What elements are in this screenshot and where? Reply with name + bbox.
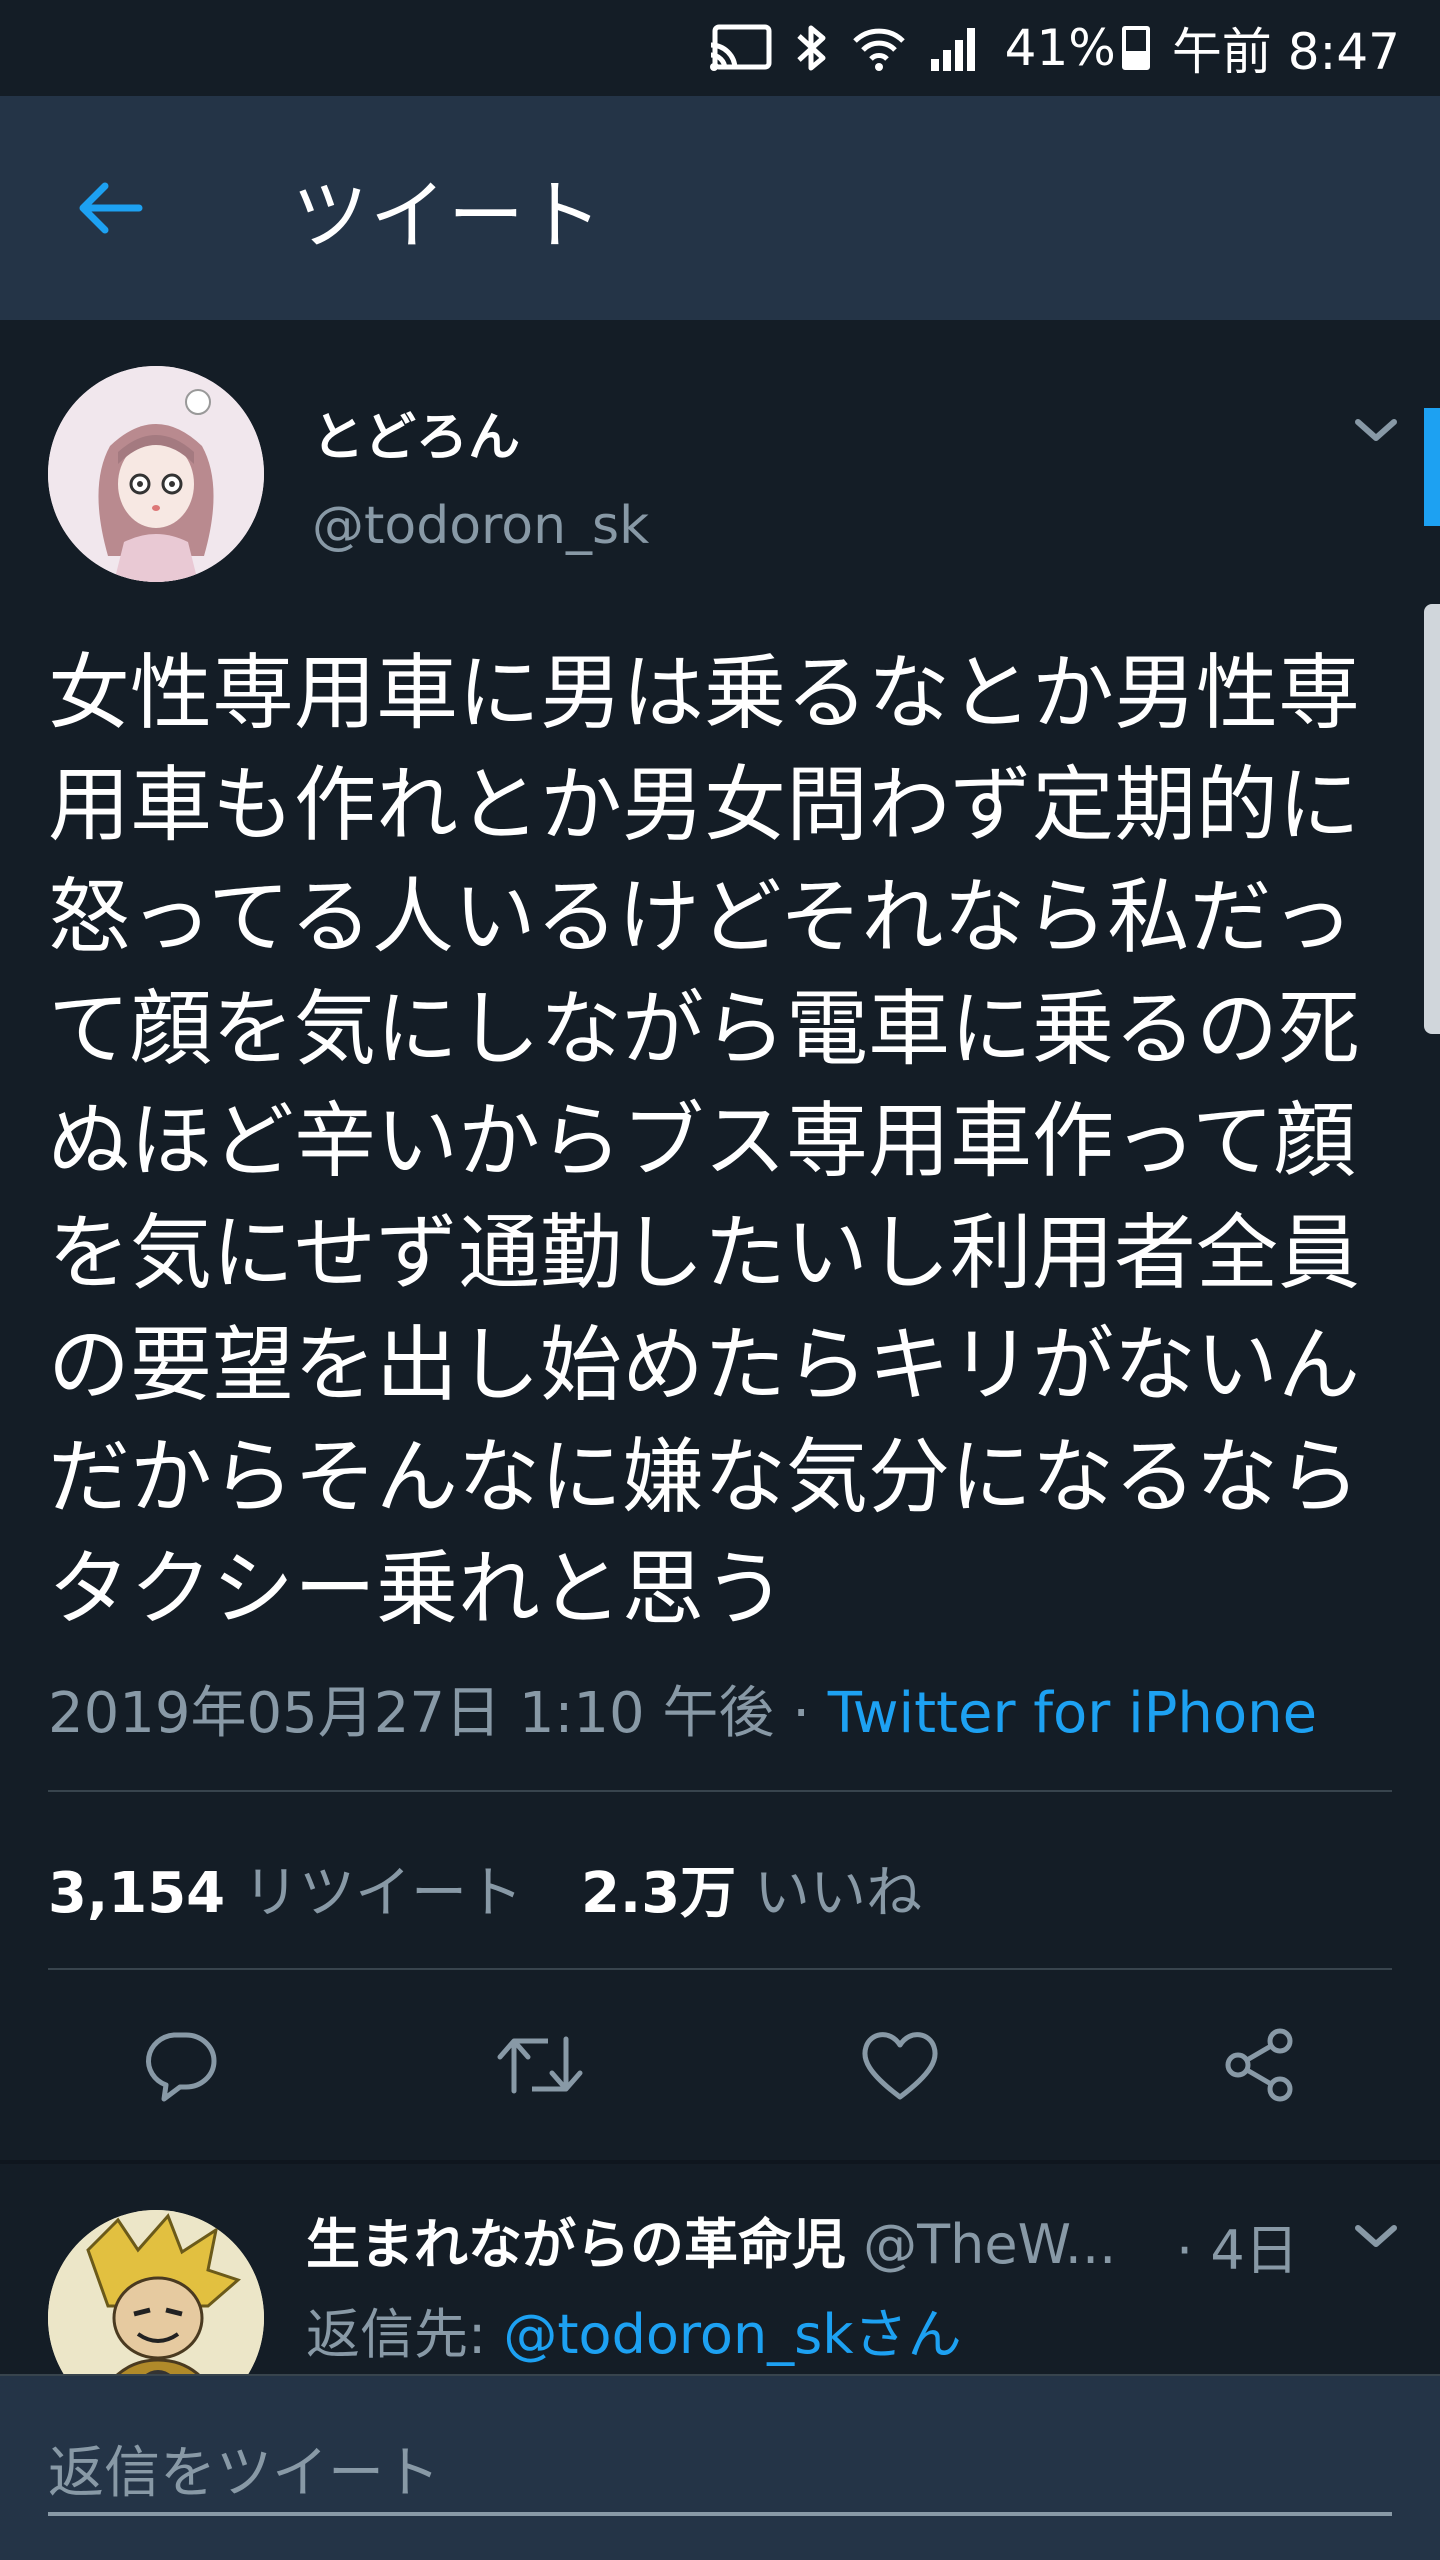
reply-compose-bar: 返信をツイート bbox=[0, 2374, 1440, 2560]
page-title: ツイート bbox=[292, 171, 604, 260]
reply-icon bbox=[146, 2032, 217, 2102]
status-bar: 41% 午前 8:47 bbox=[0, 0, 1440, 96]
reply-time: · 4日 bbox=[1176, 2219, 1299, 2282]
like-count: 2.3万 bbox=[580, 1861, 737, 1926]
tweet-metadata: 2019年05月27日 1:10 午後 · Twitter for iPhone bbox=[48, 1668, 1317, 1749]
chevron-down-icon bbox=[1355, 419, 1397, 441]
retweet-icon bbox=[497, 2036, 583, 2094]
battery-icon bbox=[1121, 26, 1150, 70]
share-icon bbox=[1225, 2028, 1293, 2102]
tweet-action-bar bbox=[0, 2010, 1440, 2120]
avatar[interactable] bbox=[48, 366, 264, 582]
tweet-menu-button[interactable] bbox=[1346, 400, 1406, 460]
chevron-down-icon bbox=[1355, 2225, 1397, 2247]
arrow-left-icon bbox=[79, 182, 143, 234]
reply-menu-button[interactable] bbox=[1346, 2206, 1406, 2266]
like-label: いいね bbox=[753, 1861, 922, 1926]
reply-author-name[interactable]: 生まれながらの革命児 bbox=[306, 2213, 846, 2276]
reply-to-label: 返信先: bbox=[306, 2303, 504, 2366]
top-app-bar: ツイート bbox=[0, 96, 1440, 320]
retweet-stat[interactable]: 3,154 リツイート bbox=[48, 1861, 523, 1926]
avatar-illustration bbox=[48, 366, 264, 582]
like-stat[interactable]: 2.3万 いいね bbox=[581, 1861, 922, 1926]
divider bbox=[48, 1790, 1392, 1792]
author-handle[interactable]: @todoron_sk bbox=[312, 496, 649, 556]
section-separator bbox=[0, 2160, 1440, 2164]
twitter-app: 41% 午前 8:47 ツイート とどろん @todoron_sk 女性専用車に… bbox=[0, 0, 1440, 2560]
reply-header: 生まれながらの革命児 @TheW... bbox=[306, 2200, 1116, 2279]
like-icon bbox=[862, 2032, 938, 2100]
reply-to-line: 返信先: @todoron_skさん bbox=[306, 2290, 962, 2369]
author-display-name[interactable]: とどろん bbox=[312, 395, 520, 470]
meta-separator: · bbox=[774, 1681, 828, 1746]
tweet-timestamp[interactable]: 2019年05月27日 1:10 午後 bbox=[48, 1681, 774, 1746]
clock: 午前 8:47 bbox=[1171, 23, 1400, 81]
reply-to-mention[interactable]: @todoron_skさん bbox=[503, 2303, 961, 2366]
back-button[interactable] bbox=[70, 168, 150, 248]
battery-percent: 41% bbox=[1004, 19, 1116, 77]
battery-level bbox=[1125, 51, 1146, 66]
scrollbar-thumb[interactable] bbox=[1424, 604, 1440, 1034]
tweet-text: 女性専用車に男は乗るなとか男性専用車も作れとか男女問わず定期的に怒ってる人いるけ… bbox=[48, 646, 1361, 1637]
retweet-button[interactable] bbox=[490, 2010, 590, 2120]
scroll-indicator-accent bbox=[1424, 408, 1440, 526]
cast-icon bbox=[709, 23, 773, 73]
battery-indicator: 41% bbox=[1005, 19, 1150, 77]
retweet-label: リツイート bbox=[242, 1861, 523, 1926]
signal-icon bbox=[929, 23, 983, 73]
bluetooth-icon bbox=[795, 22, 829, 74]
tweet-source-link[interactable]: Twitter for iPhone bbox=[828, 1681, 1317, 1746]
share-button[interactable] bbox=[1210, 2010, 1310, 2120]
wifi-icon bbox=[851, 23, 907, 73]
reply-button[interactable] bbox=[130, 2010, 230, 2120]
reply-author-handle[interactable]: @TheW... bbox=[863, 2213, 1116, 2276]
tweet-stats: 3,154 リツイート 2.3万 いいね bbox=[48, 1848, 922, 1929]
retweet-count: 3,154 bbox=[48, 1861, 226, 1926]
like-button[interactable] bbox=[850, 2010, 950, 2120]
reply-input[interactable]: 返信をツイート bbox=[48, 2426, 1392, 2516]
divider bbox=[48, 1968, 1392, 1970]
